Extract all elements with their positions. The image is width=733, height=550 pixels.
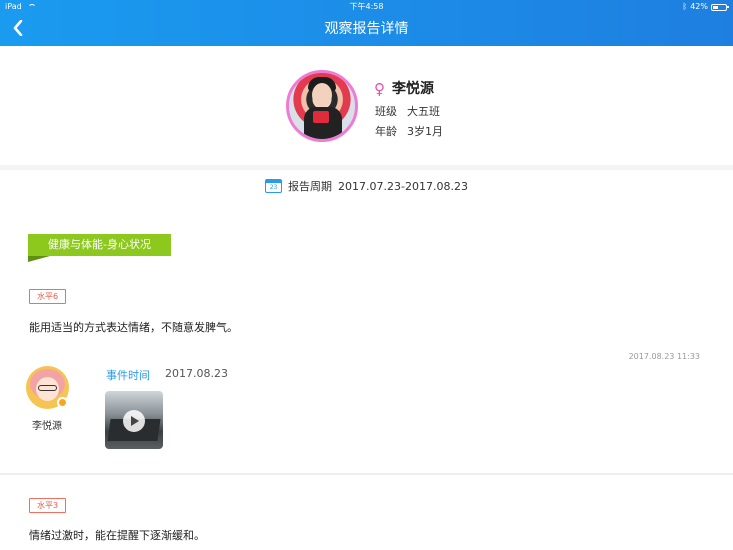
record-timestamp: 2017.08.23 11:33 [628,352,700,361]
battery-icon [711,3,729,11]
class-value: 大五班 [407,105,440,118]
age-row: 年龄 3岁1月 [375,123,443,139]
child-photo [286,70,358,142]
event-time-label: 事件时间 [106,369,150,382]
page-title: 观察报告详情 [324,21,409,37]
level-badge: 水平3 [29,498,67,513]
bluetooth-icon: ᛒ [682,2,688,11]
event-date: 2017.08.23 [165,367,228,380]
class-label: 班级 [375,105,397,118]
level-description: 能用适当的方式表达情绪，不随意发脾气。 [29,321,238,334]
status-bar: iPad 下午4:58 ᛒ 42% [0,0,733,14]
play-icon[interactable] [123,410,145,432]
photo-envelope [313,111,329,123]
status-time: 下午4:58 [349,2,384,11]
period-label: 报告周期 [288,180,333,193]
section-divider [0,473,733,475]
battery-fill [713,5,719,9]
report-detail-page: iPad 下午4:58 ᛒ 42% 观察报告详情 ♀ 李悦源 班级 大五班 年龄… [0,0,733,550]
female-icon: ♀ [374,80,385,98]
calendar-icon: 23 [265,179,283,193]
period-inner: 23 报告周期 2017.07.23-2017.08.23 [265,178,468,194]
avatar-glasses [38,385,57,391]
avatar-badge-icon [57,397,68,408]
photo-face [312,83,332,107]
top-bar: iPad 下午4:58 ᛒ 42% 观察报告详情 [0,0,733,46]
period-value: 2017.07.23-2017.08.23 [338,179,468,193]
level-badge: 水平6 [29,289,67,304]
level-description: 情绪过激时，能在提醒下逐渐缓和。 [29,529,205,542]
age-label: 年龄 [375,125,397,138]
child-name: 李悦源 [392,81,434,97]
category-tag: 健康与体能-身心状况 [28,234,171,262]
report-period: 23 报告周期 2017.07.23-2017.08.23 [0,178,733,200]
status-right: ᛒ 42% [682,0,729,14]
battery-percent: 42% [690,2,708,11]
author-name: 李悦源 [32,421,62,432]
age-value: 3岁1月 [407,125,443,138]
class-row: 班级 大五班 [375,103,440,119]
video-thumbnail[interactable] [105,391,163,449]
child-profile: ♀ 李悦源 班级 大五班 年龄 3岁1月 [0,46,733,170]
